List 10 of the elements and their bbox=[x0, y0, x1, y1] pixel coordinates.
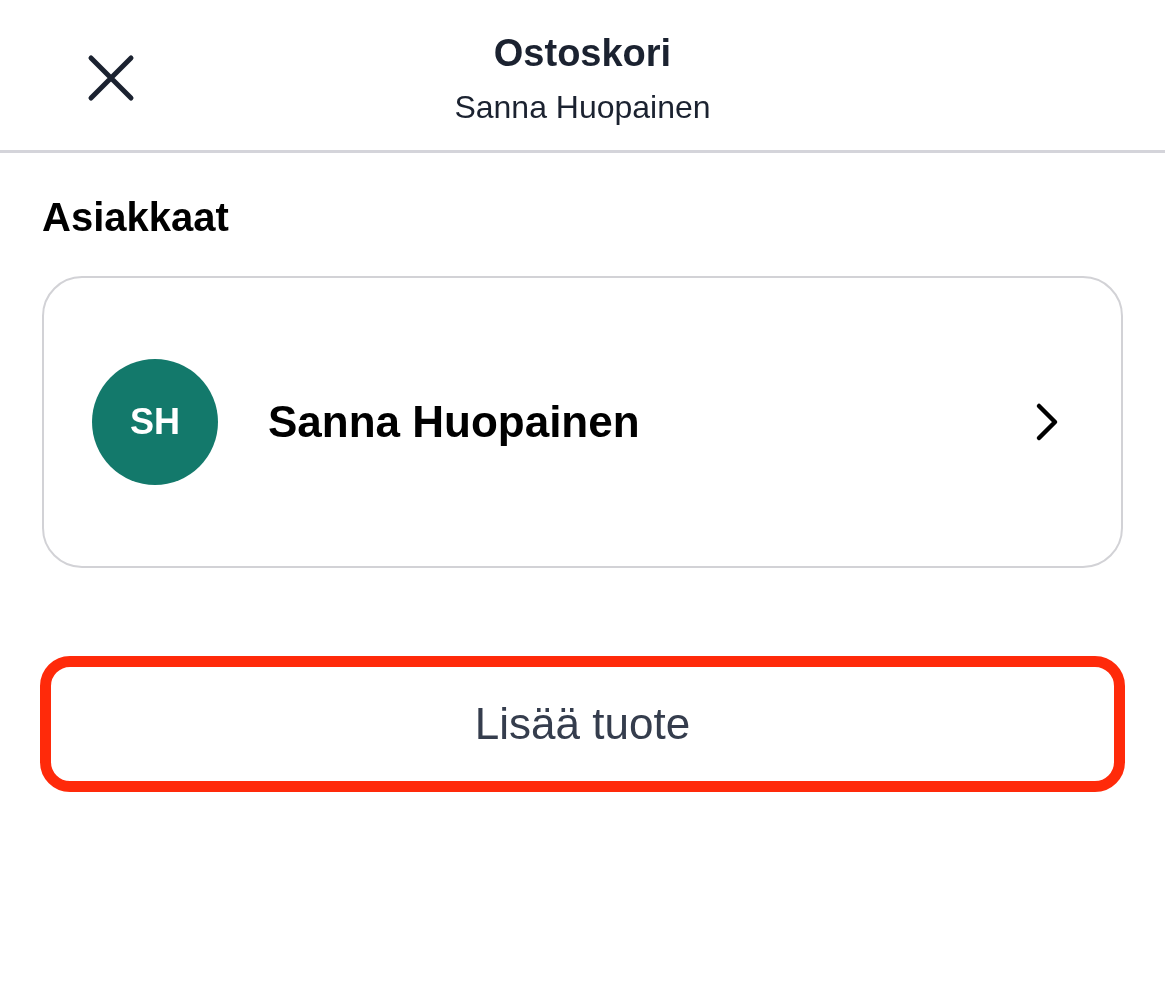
customer-name: Sanna Huopainen bbox=[268, 397, 641, 447]
screen-title: Ostoskori bbox=[493, 32, 672, 75]
chevron-right-icon bbox=[1035, 402, 1059, 442]
section-heading: Asiakkaat bbox=[42, 195, 230, 240]
screen-subtitle: Sanna Huopainen bbox=[454, 89, 711, 126]
close-icon bbox=[87, 54, 135, 102]
avatar: SH bbox=[92, 359, 218, 485]
customer-card[interactable]: SH Sanna Huopainen bbox=[42, 276, 1123, 568]
close-button[interactable] bbox=[86, 53, 136, 103]
add-product-button[interactable]: Lisää tuote bbox=[40, 656, 1125, 792]
